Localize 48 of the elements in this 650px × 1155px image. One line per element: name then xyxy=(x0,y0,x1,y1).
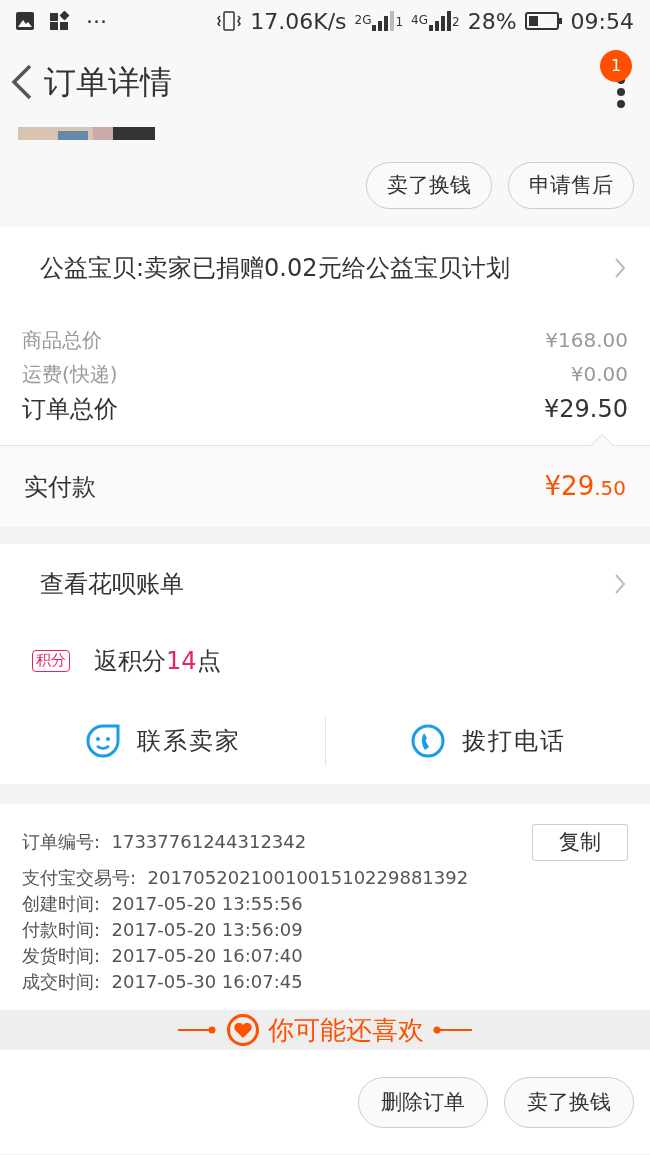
signal-icon xyxy=(428,11,453,31)
price-value: ¥168.00 xyxy=(545,327,628,355)
network-type: 4G xyxy=(411,12,429,29)
huabei-link[interactable]: 查看花呗账单 xyxy=(40,566,184,603)
action-button[interactable]: 卖了换钱 xyxy=(504,1076,634,1128)
action-button[interactable]: 申请售后 xyxy=(508,162,634,210)
signal-icon xyxy=(371,11,396,31)
chat-face-icon[interactable] xyxy=(84,723,121,760)
battery-percent: 28% xyxy=(467,7,517,36)
more-notifications-text: ··· xyxy=(86,7,107,36)
copy-button[interactable]: 复制 xyxy=(532,824,628,861)
order-detail-line: 付款时间: 2017-05-20 13:56:09 xyxy=(22,917,304,942)
sim-slot: 2 xyxy=(452,13,460,31)
order-detail-line: 创建时间: 2017-05-20 13:55:56 xyxy=(22,891,304,916)
clock: 09:54 xyxy=(570,7,634,36)
recommend-title: 你可能还喜欢 xyxy=(268,1017,424,1044)
dot-line-icon xyxy=(178,1026,218,1035)
paid-label: 实付款 xyxy=(24,471,96,503)
action-button[interactable]: 删除订单 xyxy=(358,1076,488,1128)
charity-notice: 公益宝贝:卖家已捐赠0.02元给公益宝贝计划 xyxy=(40,253,510,285)
image-icon xyxy=(16,12,34,30)
order-number: 订单编号: 17337761244312342 xyxy=(22,830,307,855)
paid-amount: ¥29.50 xyxy=(544,470,626,504)
price-value: ¥0.00 xyxy=(570,361,628,389)
order-detail-line: 支付宝交易号: 2017052021001001510229881392 xyxy=(22,865,470,890)
notification-badge: 1 xyxy=(600,50,632,82)
sim-slot: 1 xyxy=(395,13,404,31)
phone-icon[interactable] xyxy=(410,723,446,760)
price-label: 商品总价 xyxy=(22,327,102,355)
chevron-icon[interactable] xyxy=(614,257,626,280)
price-label: 运费(快递) xyxy=(22,361,118,389)
action-button[interactable]: 卖了换钱 xyxy=(366,162,492,210)
network-speed: 17.06K/s xyxy=(250,7,347,36)
points-text: 返积分14点 xyxy=(94,646,221,678)
vibrate-icon xyxy=(216,10,243,32)
dot-line-icon xyxy=(432,1026,472,1035)
contact-link[interactable]: 拨打电话 xyxy=(462,723,566,760)
battery-icon xyxy=(524,11,563,31)
contact-link[interactable]: 联系卖家 xyxy=(136,723,241,760)
page-title: 订单详情 xyxy=(44,62,172,103)
points-tag: 积分 xyxy=(32,650,70,672)
network-type: 2G xyxy=(354,12,372,29)
order-detail-line: 发货时间: 2017-05-20 16:07:40 xyxy=(22,943,304,968)
chevron-icon[interactable] xyxy=(614,573,626,596)
price-value: ¥29.50 xyxy=(544,394,628,426)
grid-icon xyxy=(50,11,70,31)
order-detail-line: 成交时间: 2017-05-30 16:07:45 xyxy=(22,970,304,994)
price-label: 订单总价 xyxy=(22,394,118,426)
